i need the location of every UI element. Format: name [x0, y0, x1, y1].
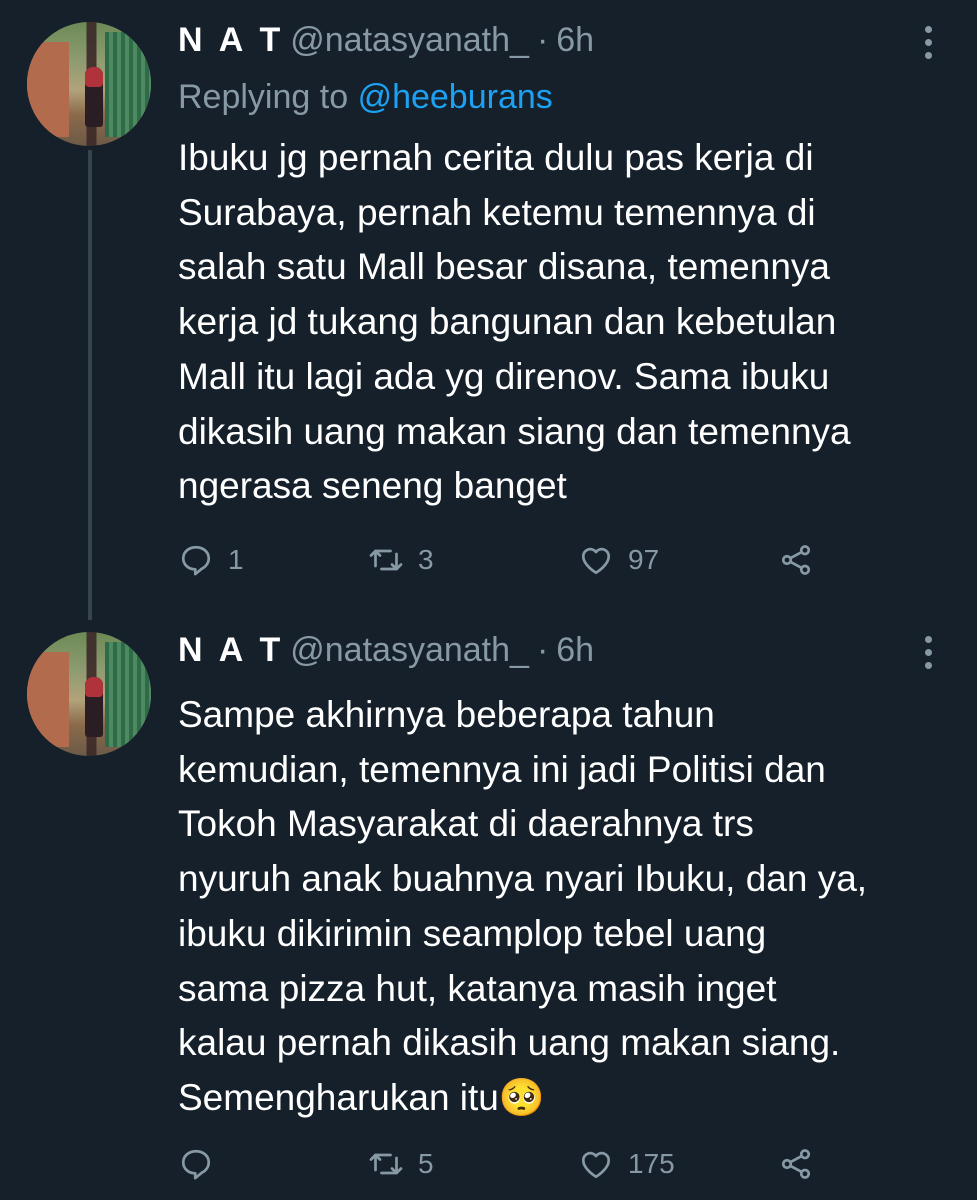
separator-dot: · — [536, 21, 549, 59]
reply-count: 1 — [228, 544, 244, 575]
more-dot — [924, 661, 932, 669]
more-dot — [924, 38, 932, 46]
retweet-icon — [369, 1153, 403, 1175]
mention-link[interactable]: @heeburans — [358, 78, 553, 116]
user-handle[interactable]: @natasyanath_ — [290, 631, 529, 670]
tweet-text-line: Tokoh Masyarakat di daerahnya trs — [178, 803, 754, 845]
tweet-text-line: dikasih uang makan siang dan temennya — [178, 410, 851, 452]
share-icon — [781, 545, 811, 575]
tweet-text-line: sama pizza hut, katanya masih inget — [178, 967, 777, 1009]
reply-button[interactable]: 1 — [178, 538, 244, 582]
retweet-icon — [369, 549, 403, 571]
like-count: 175 — [628, 1148, 675, 1179]
like-button[interactable]: 97 — [578, 538, 659, 582]
tweet[interactable]: N A T @natasyanath_ · 6h Sampe akhirnya … — [0, 615, 977, 1200]
share-icon — [781, 1149, 811, 1179]
action-bar: 1 3 97 — [178, 538, 838, 582]
share-button[interactable] — [778, 1142, 814, 1186]
reply-icon — [181, 1149, 211, 1180]
replying-prefix: Replying to — [178, 78, 349, 116]
action-bar: 5 175 — [178, 1142, 838, 1186]
thread-line — [88, 150, 92, 620]
timestamp[interactable]: 6h — [556, 21, 594, 60]
tweet-header: N A T @natasyanath_ · 6h — [178, 631, 594, 675]
more-dot — [924, 648, 932, 656]
tweet-text-line: Semengharukan itu🥺 — [178, 1076, 545, 1118]
avatar-wall — [27, 652, 69, 747]
more-dot — [924, 635, 932, 643]
avatar-gate — [105, 32, 151, 137]
avatar-scarf — [85, 677, 103, 697]
tweet-text-line: Ibuku jg pernah cerita dulu pas kerja di — [178, 137, 814, 178]
like-icon — [581, 547, 611, 575]
retweet-button[interactable]: 5 — [368, 1142, 434, 1186]
retweet-button[interactable]: 3 — [368, 538, 434, 582]
avatar-gate — [105, 642, 151, 747]
tweet[interactable]: N A T @natasyanath_ · 6h Replying to @he… — [0, 0, 977, 620]
retweet-count: 5 — [418, 1148, 434, 1179]
tweet-text-line: Sampe akhirnya beberapa tahun — [178, 694, 715, 735]
share-button[interactable] — [778, 538, 814, 582]
tweet-text-line: kerja jd tukang bangunan dan kebetulan — [178, 301, 837, 343]
reply-button[interactable] — [178, 1142, 228, 1186]
avatar-wall — [27, 42, 69, 137]
tweet-text-line: kalau pernah dikasih uang makan siang. — [178, 1022, 841, 1064]
avatar[interactable] — [27, 22, 151, 146]
more-dot — [924, 51, 932, 59]
more-options-icon[interactable] — [918, 22, 938, 62]
like-icon — [581, 1151, 611, 1179]
tweet-text-line: Surabaya, pernah ketemu temennya di — [178, 191, 816, 233]
like-count: 97 — [628, 544, 660, 575]
display-name[interactable]: N A T — [178, 631, 284, 670]
reply-icon — [181, 545, 211, 576]
retweet-count: 3 — [418, 544, 434, 575]
separator-dot: · — [536, 631, 549, 669]
tweet-text-line: kemudian, temennya ini jadi Politisi dan — [178, 748, 826, 790]
timestamp[interactable]: 6h — [556, 631, 594, 670]
more-dot — [924, 25, 932, 33]
replying-to: Replying to @heeburans — [178, 78, 553, 117]
like-button[interactable]: 175 — [578, 1142, 675, 1186]
avatar-scarf — [85, 67, 103, 87]
tweet-text: Sampe akhirnya beberapa tahun kemudian, … — [178, 688, 948, 1126]
tweet-header: N A T @natasyanath_ · 6h — [178, 21, 594, 65]
avatar[interactable] — [27, 632, 151, 756]
user-handle[interactable]: @natasyanath_ — [290, 21, 529, 60]
display-name[interactable]: N A T — [178, 21, 284, 60]
tweet-text-line: ibuku dikirimin seamplop tebel uang — [178, 912, 767, 954]
tweet-text-line: Mall itu lagi ada yg direnov. Sama ibuku — [178, 355, 830, 397]
tweet-text-line: salah satu Mall besar disana, temennya — [178, 246, 830, 288]
more-options-icon[interactable] — [918, 632, 938, 672]
tweet-text: Ibuku jg pernah cerita dulu pas kerja di… — [178, 131, 948, 514]
tweet-text-line: ngerasa seneng banget — [178, 465, 567, 507]
tweet-text-line: nyuruh anak buahnya nyari Ibuku, dan ya, — [178, 858, 868, 900]
